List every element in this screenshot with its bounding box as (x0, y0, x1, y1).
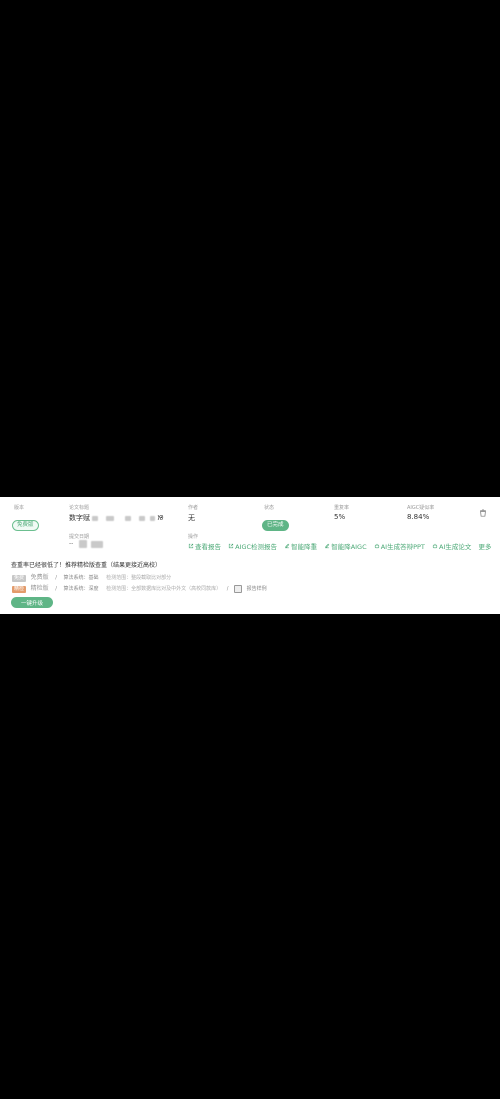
redacted-block (106, 515, 115, 521)
title-label: 论文标题 (69, 505, 90, 511)
author-label: 作者 (188, 505, 199, 511)
redacted-block (150, 515, 156, 521)
robot-icon (374, 543, 379, 549)
view-report-link[interactable]: 查看报告 (188, 541, 221, 551)
edit-icon (285, 543, 290, 549)
date-value: -- (69, 540, 104, 548)
report-card: 版本 免费版 论文标题 数字赋 ᘠ 作者 无 状态 已完成 重复率 5% AIG… (0, 497, 500, 614)
ai-ppt-link[interactable]: AI生成答辩PPT (374, 541, 425, 551)
precise-plan-row[interactable]: 精检 精检版 / 算法系统：深度 检测范围：全部数据库比对及中外文（高校同款库）… (12, 583, 267, 593)
repeat-rate-value: 5% (334, 513, 346, 521)
version-tag: 免费版 (12, 511, 39, 531)
ops-label: 操作 (188, 534, 199, 540)
redacted-block (138, 515, 145, 521)
repeat-rate-label: 重复率 (334, 505, 350, 511)
external-link-icon (228, 543, 234, 549)
aigc-rate-label: AIGC疑似率 (407, 505, 435, 511)
ai-paper-link[interactable]: AI生成论文 (432, 541, 471, 551)
free-plan-row[interactable]: 免费 免费版 / 算法系统：基础 检测范围：整段截取比对部分 (12, 572, 171, 582)
redacted-block (91, 540, 104, 548)
redacted-block (124, 515, 131, 521)
more-link[interactable]: 更多 (478, 541, 491, 551)
upgrade-button[interactable]: 一键升级 (11, 597, 53, 608)
trash-icon[interactable] (479, 502, 487, 521)
redacted-block (92, 515, 99, 521)
redacted-block (79, 540, 88, 548)
aigc-report-link[interactable]: AIGC检测报告 (228, 541, 277, 551)
title-value[interactable]: 数字赋 ᘠ (69, 513, 164, 523)
ops-row: 查看报告 AIGC检测报告 智能降重 智能降AIGC AI生成答辩PPT AI生… (188, 541, 496, 551)
aigc-rate-value: 8.84% (407, 513, 430, 521)
version-label: 版本 (14, 505, 25, 511)
smart-reduce-aigc-link[interactable]: 智能降AIGC (324, 541, 367, 551)
robot-icon (432, 543, 438, 549)
author-value: 无 (188, 514, 195, 522)
report-sample-icon (234, 584, 242, 593)
status-tag: 已完成 (262, 511, 289, 531)
external-link-icon (188, 543, 194, 549)
status-label: 状态 (264, 505, 275, 511)
date-label: 提交日期 (69, 534, 90, 540)
promo-text: 查重率已经很低了！推荐精检版查重（结果更接近高校） (11, 562, 162, 569)
smart-rewrite-link[interactable]: 智能降重 (284, 541, 317, 551)
edit-icon (325, 543, 330, 549)
